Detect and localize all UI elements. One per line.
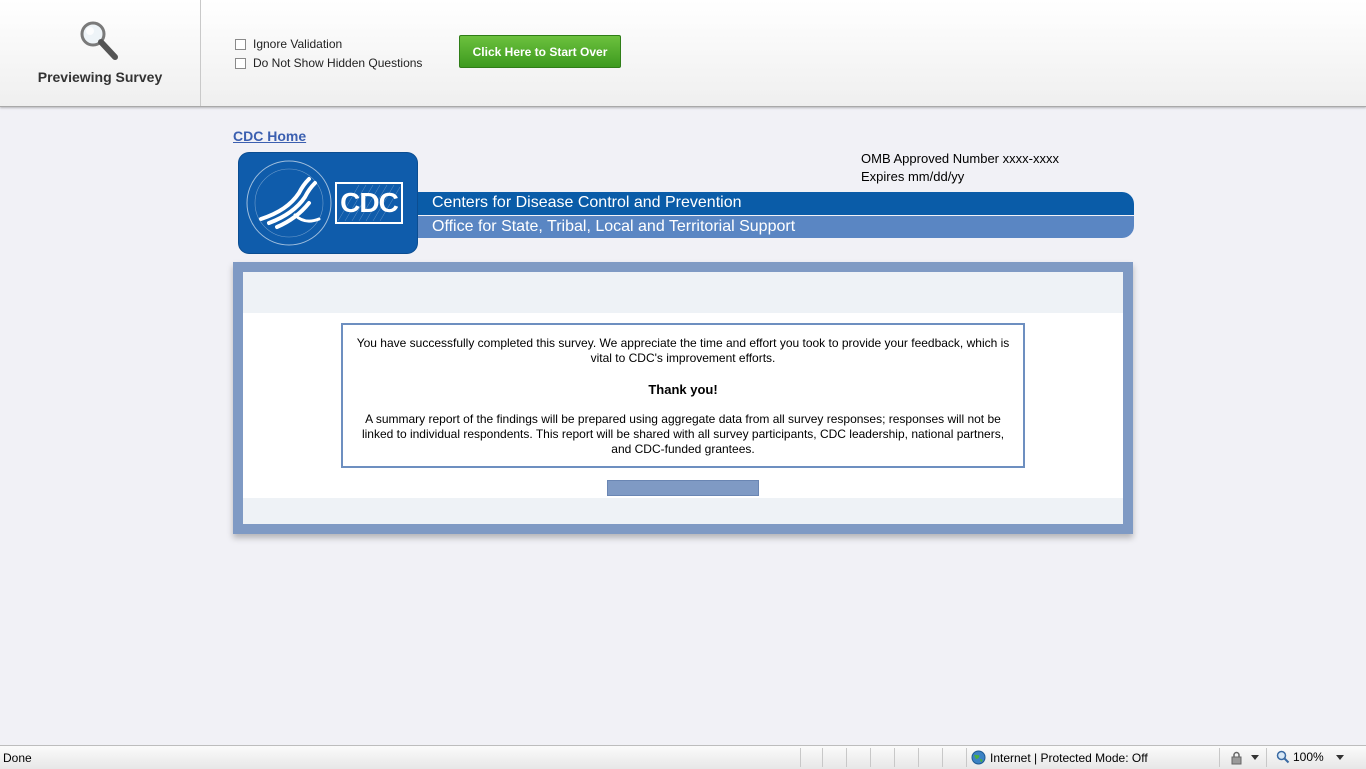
status-divider	[918, 748, 919, 767]
ignore-validation-option[interactable]: Ignore Validation	[235, 37, 342, 51]
preview-title: Previewing Survey	[37, 69, 163, 85]
preview-panel: Previewing Survey	[0, 0, 201, 106]
completion-text: You have successfully completed this sur…	[356, 336, 1010, 365]
banner-subtitle: Office for State, Tribal, Local and Terr…	[432, 218, 796, 235]
globe-icon	[971, 750, 986, 765]
hide-hidden-questions-checkbox[interactable]	[235, 57, 246, 69]
zoom-control[interactable]: 100%	[1276, 750, 1324, 764]
browser-status-bar: Done Internet | Protected Mode: Off 100%	[0, 745, 1366, 769]
status-divider	[870, 748, 871, 767]
omb-number: OMB Approved Number xxxx-xxxx	[861, 151, 1059, 166]
completion-message: You have successfully completed this sur…	[341, 323, 1025, 468]
chevron-down-icon[interactable]	[1336, 755, 1344, 760]
omb-info: OMB Approved Number xxxx-xxxx Expires mm…	[861, 150, 1059, 186]
status-divider	[822, 748, 823, 767]
status-divider	[1219, 748, 1220, 767]
lock-icon[interactable]	[1229, 750, 1245, 765]
ignore-validation-checkbox[interactable]	[235, 38, 246, 50]
summary-report-text: A summary report of the findings will be…	[361, 412, 1005, 456]
cdc-logo: CDC	[239, 153, 417, 253]
ignore-validation-label: Ignore Validation	[253, 37, 343, 51]
survey-footer-button[interactable]	[607, 480, 759, 496]
hide-hidden-questions-option[interactable]: Do Not Show Hidden Questions	[235, 56, 422, 70]
cdc-home-link[interactable]: CDC Home	[233, 128, 306, 144]
zoom-level: 100%	[1293, 750, 1324, 764]
cdc-logo-text: CDC	[340, 187, 399, 218]
card-header-band	[243, 272, 1123, 313]
omb-expiry: Expires mm/dd/yy	[861, 169, 965, 184]
security-zone[interactable]: Internet | Protected Mode: Off	[971, 750, 1148, 765]
banner-title: Centers for Disease Control and Preventi…	[432, 194, 742, 211]
chevron-down-icon[interactable]	[1251, 755, 1259, 760]
status-divider	[966, 748, 967, 767]
security-zone-label: Internet | Protected Mode: Off	[990, 750, 1148, 765]
card-footer-band	[243, 498, 1123, 524]
status-divider	[1266, 748, 1267, 767]
status-divider	[942, 748, 943, 767]
status-text: Done	[3, 751, 32, 765]
preview-toolbar: Previewing Survey Ignore Validation Do N…	[0, 0, 1366, 107]
status-divider	[846, 748, 847, 767]
start-over-button[interactable]: Click Here to Start Over	[459, 35, 621, 68]
thank-you-heading: Thank you!	[648, 382, 718, 397]
status-divider	[800, 748, 801, 767]
magnifier-icon	[80, 21, 118, 60]
hide-hidden-questions-label: Do Not Show Hidden Questions	[253, 56, 423, 70]
status-divider	[894, 748, 895, 767]
zoom-icon	[1276, 750, 1290, 764]
